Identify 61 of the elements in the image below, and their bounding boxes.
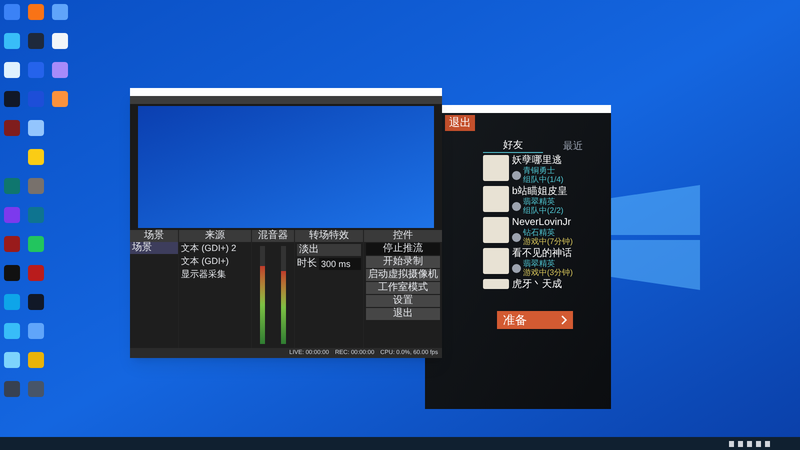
duration-label: 时长 xyxy=(297,258,317,270)
friend-name: 看不见的神话 xyxy=(512,248,573,259)
ready-button[interactable]: 准备 xyxy=(497,311,573,329)
app-icon[interactable] xyxy=(52,4,68,20)
dock-title: 转场特效 xyxy=(295,230,363,242)
rank-icon xyxy=(512,170,521,180)
friend-name: 虎牙丶天成 xyxy=(512,279,562,290)
app-icon[interactable] xyxy=(28,33,44,49)
control-button[interactable]: 设置 xyxy=(366,295,440,307)
app-icon[interactable] xyxy=(52,62,68,78)
app-icon[interactable] xyxy=(28,294,44,310)
app-icon[interactable] xyxy=(52,91,68,107)
app-icon[interactable] xyxy=(28,323,44,339)
scene-item[interactable]: 场景 xyxy=(130,242,178,254)
friend-name: b站瞄姐皮皇 xyxy=(512,186,568,197)
source-item[interactable]: 文本 (GDI+) xyxy=(179,255,251,268)
control-button[interactable]: 退出 xyxy=(366,308,440,320)
app-icon[interactable] xyxy=(52,33,68,49)
rank-text: 钻石精英 xyxy=(523,228,556,237)
status-text: 游戏中(3分钟) xyxy=(523,268,573,277)
app-icon[interactable] xyxy=(28,4,44,20)
rank-text: 翡翠精英 xyxy=(523,197,556,206)
status-text: 组队中(1/4) xyxy=(523,175,564,184)
app-icon[interactable] xyxy=(28,120,44,136)
duration-field[interactable]: 300 ms xyxy=(319,258,361,270)
app-icon[interactable] xyxy=(4,33,20,49)
avatar[interactable] xyxy=(483,279,509,289)
volume-meter[interactable] xyxy=(260,246,265,344)
control-button[interactable]: 停止推流 xyxy=(366,243,440,255)
dock-title: 控件 xyxy=(364,230,442,242)
app-icon[interactable] xyxy=(4,265,20,281)
rank-icon xyxy=(512,202,521,210)
friend-name: NeverLovinJr xyxy=(512,217,572,228)
volume-meter[interactable] xyxy=(281,246,286,344)
status-text: 组队中(2/2) xyxy=(523,206,564,215)
status-text: 游戏中(7分钟) xyxy=(523,237,573,246)
rank-text: 翡翠精英 xyxy=(523,259,556,268)
transition-select[interactable]: 淡出 xyxy=(297,244,361,256)
rank-icon xyxy=(512,264,521,272)
source-item[interactable]: 显示器采集 xyxy=(179,268,251,281)
dock-title: 场景 xyxy=(130,230,178,242)
control-button[interactable]: 工作室模式 xyxy=(366,282,440,294)
source-item[interactable]: 文本 (GDI+) 2 xyxy=(179,242,251,255)
control-button[interactable]: 启动虚拟摄像机 xyxy=(366,269,440,281)
app-icon[interactable] xyxy=(4,62,20,78)
dock-title: 混音器 xyxy=(252,230,294,242)
chevron-icon xyxy=(561,315,567,325)
rank-icon xyxy=(512,232,521,242)
app-icon[interactable] xyxy=(28,149,44,165)
rank-text: 青铜勇士 xyxy=(523,166,556,175)
friend-name: 妖孽哪里逃 xyxy=(512,155,563,166)
dock-title: 来源 xyxy=(179,230,251,242)
app-icon[interactable] xyxy=(28,236,44,252)
tab[interactable]: 最近 xyxy=(543,139,603,153)
exit-button[interactable]: 退出 xyxy=(445,115,475,131)
app-icon[interactable] xyxy=(4,352,20,368)
app-icon[interactable] xyxy=(4,323,20,339)
app-icon[interactable] xyxy=(4,91,20,107)
tab[interactable]: 好友 xyxy=(483,139,543,153)
app-icon[interactable] xyxy=(28,352,44,368)
control-button[interactable]: 开始录制 xyxy=(366,256,440,268)
